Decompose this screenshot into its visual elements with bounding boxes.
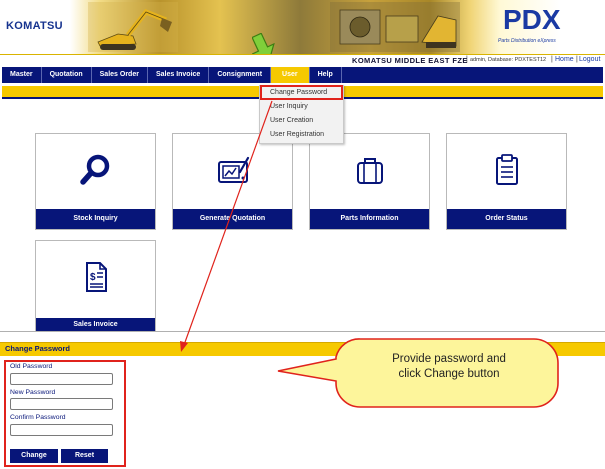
menu-user[interactable]: User [271, 67, 310, 83]
menu-sales-order[interactable]: Sales Order [92, 67, 148, 83]
menu-item-user-creation[interactable]: User Creation [270, 117, 313, 124]
new-password-field[interactable] [10, 398, 113, 410]
tile-order-status[interactable]: Order Status [446, 133, 567, 230]
toolbox-icon [357, 158, 383, 184]
user-database-info: admin, Database: PDXTEST12 [470, 57, 547, 63]
menu-sales-invoice[interactable]: Sales Invoice [148, 67, 210, 83]
tile-stock-inquiry[interactable]: Stock Inquiry [35, 133, 156, 230]
change-button[interactable]: Change [10, 449, 58, 463]
excavator-illustration [88, 2, 178, 52]
svg-text:$: $ [90, 272, 96, 283]
confirm-password-field[interactable] [10, 424, 113, 436]
reset-button[interactable]: Reset [61, 449, 108, 463]
drawing-tablet-icon [218, 156, 250, 183]
menu-item-user-inquiry[interactable]: User Inquiry [270, 103, 308, 110]
logout-separator: | [576, 56, 578, 63]
menu-item-user-registration[interactable]: User Registration [270, 131, 324, 138]
menu-quotation[interactable]: Quotation [42, 67, 92, 83]
new-password-label: New Password [10, 389, 56, 396]
screenshot-root: KOMATSU PDX Parts Distribution eXpress K… [0, 0, 605, 469]
home-separator: | [551, 56, 553, 63]
callout-line-2: click Change button [398, 368, 500, 380]
invoice-icon: $ [86, 262, 107, 292]
pdx-logo-subtitle: Parts Distribution eXpress [498, 38, 556, 44]
header-banner: KOMATSU PDX Parts Distribution eXpress [0, 0, 605, 55]
tile-label: Generate Quotation [173, 209, 292, 229]
menu-master[interactable]: Master [2, 67, 42, 83]
pdx-logo: PDX [503, 4, 561, 35]
callout-line-1: Provide password and [392, 353, 506, 365]
tile-label: Parts Information [310, 209, 429, 229]
confirm-password-label: Confirm Password [10, 414, 66, 421]
old-password-label: Old Password [10, 363, 53, 370]
menu-help[interactable]: Help [310, 67, 342, 83]
old-password-field[interactable] [10, 373, 113, 385]
company-name: KOMATSU MIDDLE EAST FZE [352, 56, 468, 65]
menu-consignment[interactable]: Consignment [209, 67, 272, 83]
info-separator: | [466, 56, 468, 63]
tile-parts-information[interactable]: Parts Information [309, 133, 430, 230]
clipboard-icon [496, 154, 518, 185]
change-password-highlight [260, 85, 343, 100]
tile-label: Sales Invoice [36, 318, 155, 332]
green-pointer-arrow [252, 33, 275, 54]
logout-link[interactable]: Logout [579, 56, 600, 63]
tile-sales-invoice[interactable]: $ Sales Invoice [35, 240, 156, 333]
tile-label: Order Status [447, 209, 566, 229]
change-password-title: Change Password [5, 344, 71, 353]
home-link[interactable]: Home [555, 56, 574, 63]
tile-label: Stock Inquiry [36, 209, 155, 229]
komatsu-logo[interactable]: KOMATSU [6, 20, 63, 32]
engine-illustration [330, 2, 460, 52]
main-menu-bar: Master Quotation Sales Order Sales Invoi… [2, 67, 603, 83]
callout-text: Provide password and click Change button [354, 352, 544, 382]
tile-generate-quotation[interactable]: Generate Quotation [172, 133, 293, 230]
magnifier-icon [80, 154, 110, 185]
